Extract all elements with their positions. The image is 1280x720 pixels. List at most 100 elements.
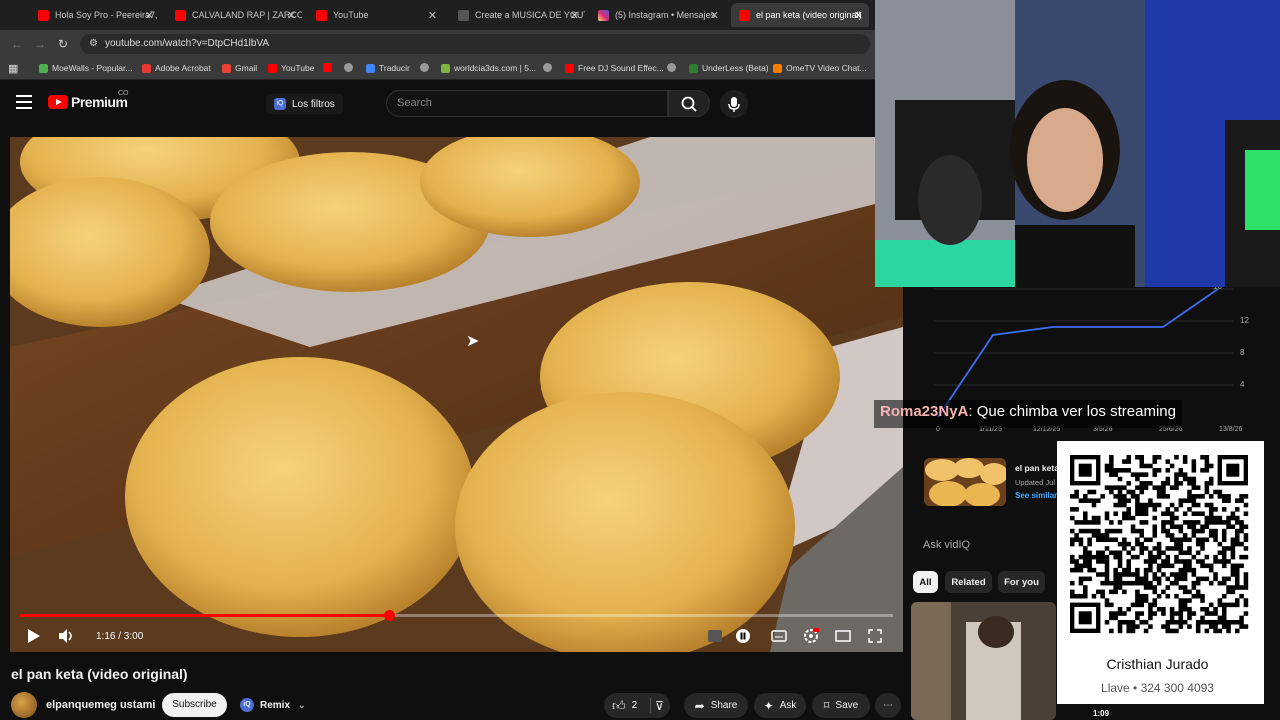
url-text: youtube.com/watch?v=DtpCHd1lbVA	[105, 38, 270, 49]
qr-code-image	[1070, 455, 1249, 634]
bookmark-item[interactable]: Adobe Acrobat	[142, 63, 211, 73]
close-tab-icon[interactable]: ✕	[854, 9, 863, 22]
instagram-favicon-icon	[598, 9, 609, 21]
qr-payment-key: Llave • 324 300 4093	[1101, 681, 1214, 695]
globe-icon[interactable]	[667, 63, 680, 72]
forward-icon[interactable]: →	[34, 37, 46, 51]
close-tab-icon[interactable]: ✕	[428, 9, 437, 22]
ask-button[interactable]: ✦ Ask	[754, 693, 806, 718]
address-bar: ← → ↻ youtube.com/watch?v=DtpCHd1lbVA ⚙	[0, 30, 875, 58]
youtube-favicon-icon	[38, 9, 49, 21]
video-duration-badge: 1:09	[1093, 709, 1110, 718]
qr-owner-name: Cristhian Jurado	[1106, 656, 1209, 672]
chip-all[interactable]: All	[913, 571, 938, 593]
bookmark-item[interactable]: Gmail	[222, 63, 257, 73]
globe-icon[interactable]	[543, 63, 556, 72]
filters-button[interactable]: iQ Los filtros	[266, 94, 343, 114]
bookmark-icon: ⌑	[823, 700, 830, 712]
youtube-header: Premium CO iQ Los filtros Search	[0, 80, 875, 128]
bookmark-item[interactable]: UnderLess (Beta)	[689, 63, 769, 73]
browser-tab[interactable]: YouTube ✕	[308, 3, 443, 27]
remix-button[interactable]: iQ Remix ⌄	[236, 693, 310, 717]
y-tick-label: 4	[1240, 380, 1245, 389]
page-favicon-icon	[458, 9, 469, 21]
progress-fill	[20, 614, 389, 617]
browser-tab[interactable]: Hola Soy Pro - Peereira7, ... ✕	[30, 3, 160, 27]
tab-label: YouTube	[333, 10, 369, 20]
settings-gear-icon[interactable]	[802, 627, 820, 645]
tab-label: (5) Instagram • Mensajes	[615, 10, 716, 20]
search-input[interactable]: Search	[386, 90, 668, 117]
chip-related[interactable]: Related	[945, 571, 992, 593]
site-info-icon[interactable]: ⚙	[89, 38, 98, 49]
time-display: 1:16 / 3:00	[96, 631, 144, 642]
globe-icon[interactable]	[344, 63, 357, 72]
close-tab-icon[interactable]: ✕	[287, 9, 296, 22]
y-tick-label: 16	[1213, 287, 1222, 291]
vidiq-player-icon[interactable]	[706, 627, 724, 645]
bookmark-item[interactable]: YouTube	[268, 63, 314, 73]
youtube-premium-logo[interactable]: Premium CO	[48, 90, 129, 110]
channel-avatar[interactable]	[11, 692, 37, 718]
player-controls: 1:16 / 3:00	[10, 622, 903, 650]
youtube-play-logo-icon	[48, 95, 68, 109]
like-count: 2	[631, 700, 638, 711]
chevron-down-icon: ⌄	[298, 699, 306, 710]
bookmark-item[interactable]: MoeWalls - Popular...	[39, 63, 132, 73]
save-button[interactable]: ⌑ Save	[812, 693, 870, 718]
back-icon[interactable]: ←	[11, 37, 23, 51]
bookmark-item[interactable]: worldcia3ds.com | 5...	[441, 63, 536, 73]
youtube-favicon-icon	[175, 9, 186, 21]
video-title: el pan keta (video original)	[11, 666, 188, 682]
youtube-favicon-icon	[316, 9, 327, 21]
close-tab-icon[interactable]: ✕	[570, 9, 579, 22]
theater-mode-icon[interactable]	[834, 627, 852, 645]
browser-tab[interactable]: Create a MUSICA DE YOUT... ✕	[450, 3, 585, 27]
related-video-thumbnail[interactable]	[924, 458, 1006, 506]
bookmark-item[interactable]: OmeTV Video Chat...	[773, 63, 867, 73]
share-arrow-icon: ➦	[694, 698, 705, 713]
chat-username: Roma23NyA	[880, 403, 969, 420]
browser-tab[interactable]: CALVALAND RAP | ZARCO... ✕	[167, 3, 302, 27]
related-video-title[interactable]: el pan keta	[1015, 463, 1059, 473]
y-tick-label: 8	[1240, 348, 1245, 357]
recommended-video-thumbnail[interactable]	[911, 602, 1056, 720]
share-button[interactable]: ➦ Share	[684, 693, 748, 718]
url-input[interactable]: youtube.com/watch?v=DtpCHd1lbVA	[80, 34, 870, 54]
pause-autoplay-icon[interactable]	[734, 627, 752, 645]
bookmark-item[interactable]: Free DJ Sound Effec...	[565, 63, 664, 73]
search-button[interactable]	[668, 90, 710, 117]
apps-grid-icon[interactable]: ▦	[8, 62, 18, 75]
voice-search-button[interactable]	[720, 90, 748, 118]
reload-icon[interactable]: ↻	[58, 37, 68, 51]
browser-tab[interactable]: (5) Instagram • Mensajes ✕	[590, 3, 725, 27]
like-button[interactable]: 👍︎ 2 ⊽	[604, 693, 670, 718]
fullscreen-icon[interactable]	[866, 627, 884, 645]
progress-scrubber[interactable]	[383, 610, 395, 621]
volume-icon[interactable]	[57, 627, 75, 645]
related-updated-text: Updated Jul	[1015, 478, 1056, 487]
subtitles-icon[interactable]	[770, 627, 788, 645]
y-tick-label: 12	[1240, 316, 1249, 325]
channel-name[interactable]: elpanquemeg ustami	[46, 699, 155, 711]
chip-for-you[interactable]: For you	[998, 571, 1045, 593]
play-icon[interactable]	[24, 627, 42, 645]
youtube-favicon-icon	[739, 9, 750, 21]
bookmark-item[interactable]	[323, 63, 336, 72]
tab-label: Create a MUSICA DE YOUT...	[475, 10, 585, 20]
bookmark-item[interactable]: Traducir	[366, 63, 410, 73]
tab-label: CALVALAND RAP | ZARCO...	[192, 10, 302, 20]
browser-tab-active[interactable]: el pan keta (video original) ✕	[731, 3, 869, 27]
more-actions-button[interactable]: ⋯	[875, 693, 901, 718]
subscribe-button[interactable]: Subscribe	[162, 693, 227, 717]
video-player[interactable]	[10, 137, 903, 652]
see-similar-link[interactable]: See similar	[1015, 491, 1057, 500]
close-tab-icon[interactable]: ✕	[710, 9, 719, 22]
ask-vidiq-input[interactable]: Ask vidIQ	[923, 539, 970, 551]
video-frame-bread-image	[10, 137, 903, 652]
globe-icon[interactable]	[420, 63, 433, 72]
mouse-cursor-icon: ➤	[466, 333, 480, 350]
close-tab-icon[interactable]: ✕	[145, 9, 154, 22]
thumbs-down-icon[interactable]: ⊽	[655, 699, 664, 713]
hamburger-menu-icon[interactable]	[16, 95, 32, 109]
